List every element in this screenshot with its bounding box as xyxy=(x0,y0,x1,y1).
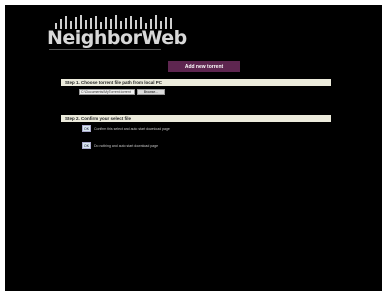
add-torrent-button[interactable]: Add new torrent xyxy=(168,61,240,72)
page-frame: NeighborWeb Add new torrent Step 1. Choo… xyxy=(5,5,382,291)
confirm-button[interactable]: OK xyxy=(82,125,91,132)
step2-header: Step 2. Confirm your select file xyxy=(61,115,331,122)
logo-wordmark: NeighborWeb xyxy=(47,27,187,49)
confirm-option-row: OK Confirm this select and auto start do… xyxy=(82,125,170,132)
skip-option-row: OK Do nothing and auto start download pa… xyxy=(82,142,158,149)
file-path-input[interactable] xyxy=(79,89,135,95)
skip-option-text: Do nothing and auto start download page xyxy=(94,143,159,148)
step1-header: Step 1. Choose torrent file path from lo… xyxy=(61,79,331,86)
file-select-row: Browse... xyxy=(79,89,165,95)
site-logo: NeighborWeb xyxy=(47,15,187,51)
browse-button[interactable]: Browse... xyxy=(137,89,165,95)
confirm-option-text: Confirm this select and auto start downl… xyxy=(94,126,170,131)
skip-button[interactable]: OK xyxy=(82,142,91,149)
logo-underline xyxy=(49,49,161,50)
